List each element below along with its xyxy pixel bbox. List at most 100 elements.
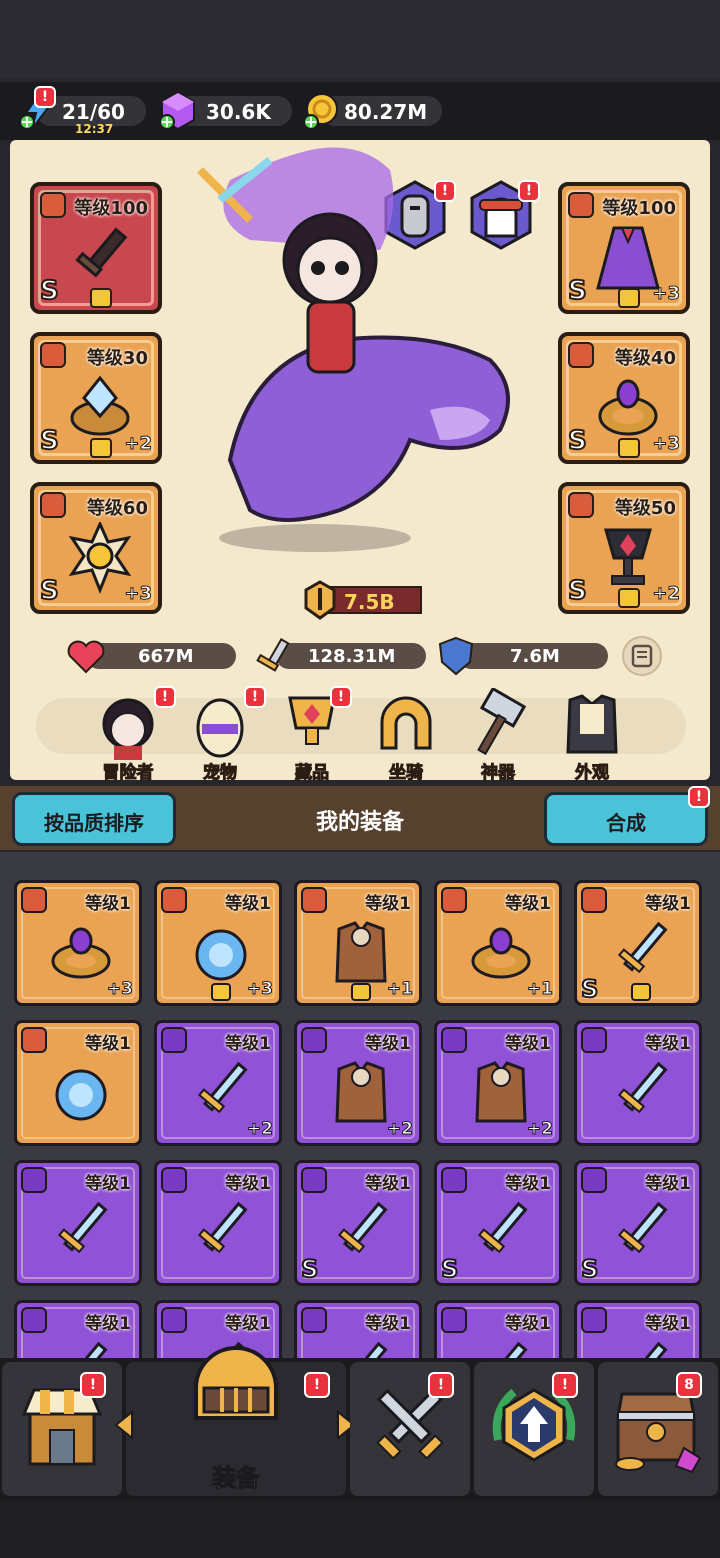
defense-value: 7.6M [510,646,560,667]
equipment-title: 我的装备 [315,810,404,835]
enhance-level: +2 [386,1119,413,1140]
lock-icon [90,288,112,308]
treasure-chest-icon [615,1392,702,1474]
weapon-type-icon [161,1027,187,1053]
enhance-level: +3 [652,283,681,305]
tab-appearance[interactable]: 外观 [552,688,632,784]
equipment-item[interactable]: 等级1 [574,1020,702,1146]
lock-icon [90,438,112,458]
ring-type-icon [40,342,66,368]
weapon-type-icon [581,1027,607,1053]
weapon-type-icon [581,1307,607,1333]
weapon-type-icon [161,1307,187,1333]
weapon-slot[interactable]: 等级100 S [30,182,162,314]
lock-icon [351,983,371,1001]
chevron-left-icon[interactable] [114,1410,134,1440]
item-level: 等级1 [225,1314,271,1334]
equipment-item[interactable]: 等级1 +3 [154,880,282,1006]
equipment-item[interactable]: 等级1 S [574,880,702,1006]
rarity-label: S [567,275,588,307]
slot-level: 等级100 [74,198,148,219]
weapon-type-icon [161,1167,187,1193]
ring-item-icon [471,927,531,979]
weapon-item-icon [57,1201,108,1254]
enhance-level: +3 [246,979,273,1000]
rarity-label: S [300,1254,319,1284]
energy-value: 21/60 [62,100,125,124]
slot-level: 等级100 [602,198,676,219]
attack-sword-icon [256,638,290,672]
merge-button[interactable]: 合成 [544,792,708,846]
gems-resource[interactable]: 30.6K [158,91,292,131]
item-level: 等级1 [85,1314,131,1334]
item-level: 等级1 [225,1174,271,1194]
equipment-item[interactable]: 等级1 +2 [434,1020,562,1146]
enhance-level: +3 [124,583,153,605]
item-level: 等级1 [645,1174,691,1194]
armor-type-icon [301,1027,327,1053]
weapon-item-icon [337,1201,388,1254]
equipment-item[interactable]: 等级1 [154,1160,282,1286]
lock-icon [618,588,640,608]
necklace-slot[interactable]: 等级60 S +3 [30,482,162,614]
item-level: 等级1 [505,1034,551,1054]
slot-level: 等级40 [614,348,676,369]
equipment-item[interactable]: 等级1 [14,1300,142,1360]
equipment-item[interactable]: 等级1 +3 [14,880,142,1006]
ring-type-icon [21,887,47,913]
lock-icon [631,983,651,1001]
tab-label: 藏品 [295,763,330,784]
gold-value: 80.27M [344,100,428,124]
merge-alert-badge: ! [688,786,710,808]
necklace-type-icon [40,492,66,518]
sort-button-label: 按品质排序 [44,811,144,835]
defense-stat: 7.6M [438,636,608,676]
ring-slot[interactable]: 等级30 S +2 [30,332,162,464]
rarity-label: S [39,425,60,457]
equipment-item[interactable]: 等级1 [14,1020,142,1146]
weapon-item-icon [477,1201,528,1254]
equipment-item[interactable]: 等级1 S [434,1160,562,1286]
hammer-icon [477,686,527,756]
armor-type-icon [441,1027,467,1053]
hero-character-on-dragon[interactable] [190,140,530,560]
equipment-item[interactable]: 等级1 [14,1160,142,1286]
stats-detail-button[interactable] [622,636,662,676]
ring-type-icon [568,342,594,368]
status-bar-area [0,0,720,78]
tab-mount[interactable]: 坐骑 [366,688,446,784]
necklace-item-icon [195,929,247,981]
list-detail-icon [631,644,653,668]
home-indicator-area [0,1500,720,1558]
energy-timer: 12:37 [75,122,114,136]
necklace-type-icon [161,887,187,913]
equipment-item[interactable]: 等级1 +1 [294,880,422,1006]
gem-icon [159,91,195,131]
equipment-item[interactable]: 等级1 +1 [434,880,562,1006]
armor-type-icon [301,887,327,913]
sort-by-quality-button[interactable]: 按品质排序 [12,792,176,846]
necklace-type-icon [21,1027,47,1053]
rarity-label: S [567,425,588,457]
weapon-type-icon [21,1307,47,1333]
necklace-slot-2[interactable]: 等级50 S +2 [558,482,690,614]
item-level: 等级1 [645,1314,691,1334]
item-level: 等级1 [85,1034,131,1054]
item-level: 等级1 [225,894,271,914]
gold-resource[interactable]: 80.27M [302,93,442,130]
armor-slot[interactable]: 等级100 S +3 [558,182,690,314]
equipment-item[interactable]: 等级1 [574,1300,702,1360]
ring-item-icon [51,927,111,979]
armor-type-icon [568,192,594,218]
equipment-item[interactable]: 等级1 [294,1300,422,1360]
equipment-item[interactable]: 等级1 S [294,1160,422,1286]
equipment-item[interactable]: 等级1 [434,1300,562,1360]
equipment-item[interactable]: 等级1 +2 [294,1020,422,1146]
ring-slot-2[interactable]: 等级40 S +3 [558,332,690,464]
weapon-item-icon [197,1061,248,1114]
rarity-label: S [580,1254,599,1284]
weapon-item-icon [62,1341,108,1360]
equipment-item[interactable]: 等级1 +2 [154,1020,282,1146]
equipment-item[interactable]: 等级1 S [574,1160,702,1286]
tab-artifact[interactable]: 神器 [458,686,538,784]
